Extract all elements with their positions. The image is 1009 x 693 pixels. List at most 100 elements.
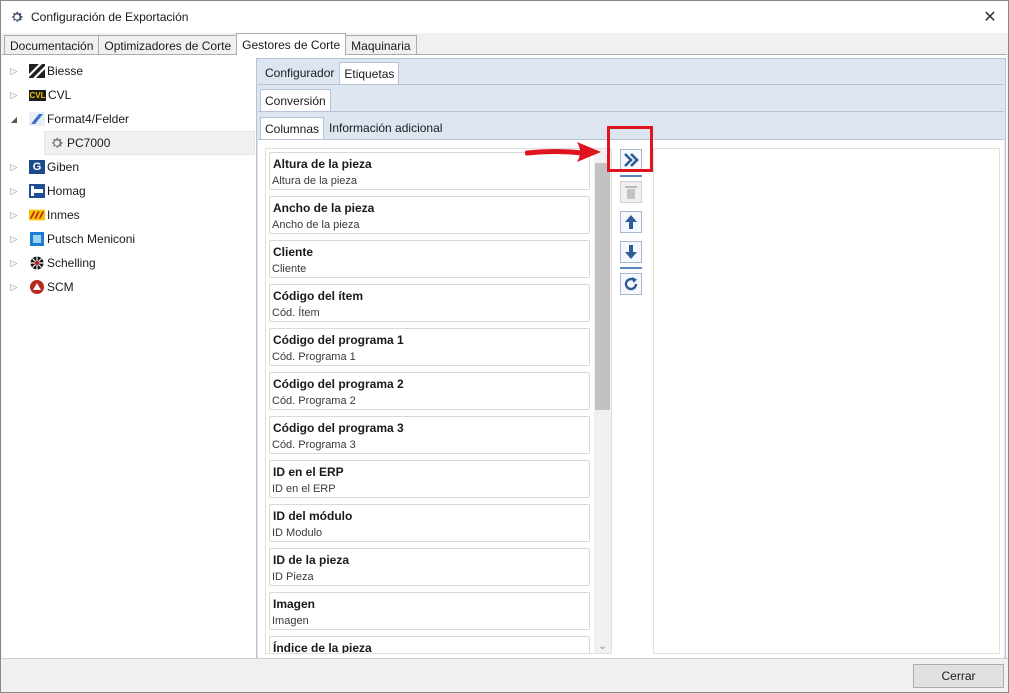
list-item[interactable]: Código del programa 1 Cód. Programa 1 — [269, 328, 590, 366]
list-item[interactable]: ID del módulo ID Modulo — [269, 504, 590, 542]
manager-tree: ▷ Biesse ▷ CVL CVL ◢ Format4/Felder PC70… — [2, 59, 255, 299]
tab-maquinaria[interactable]: Maquinaria — [345, 35, 417, 55]
item-title: Altura de la pieza — [273, 157, 372, 171]
item-subtitle: Cód. Ítem — [272, 307, 320, 319]
item-subtitle: Cliente — [272, 263, 307, 275]
tree-item-schelling[interactable]: ▷ Schelling — [2, 251, 255, 275]
list-item[interactable]: Código del programa 3 Cód. Programa 3 — [269, 416, 590, 454]
tab-configurador[interactable]: Configurador — [260, 62, 339, 84]
item-title: ID en el ERP — [273, 465, 344, 479]
format4-logo-icon — [29, 112, 45, 126]
tree-item-pc7000[interactable]: PC7000 — [44, 131, 255, 155]
vertical-scrollbar[interactable]: ⌄ — [594, 149, 611, 653]
list-item[interactable]: Imagen Imagen — [269, 592, 590, 630]
expand-icon[interactable]: ▷ — [9, 90, 19, 101]
item-subtitle: Imagen — [272, 615, 309, 627]
main-tab-strip: Documentación Optimizadores de Corte Ges… — [4, 33, 417, 55]
item-title: Código del programa 3 — [273, 421, 404, 435]
columns-pane: Altura de la pieza Altura de la pieza An… — [258, 139, 1004, 658]
tree-item-putsch[interactable]: ▷ Putsch Meniconi — [2, 227, 255, 251]
list-item[interactable]: Cliente Cliente — [269, 240, 590, 278]
gear-icon — [49, 136, 65, 150]
expand-icon[interactable]: ▷ — [9, 66, 19, 77]
export-config-window: Configuración de Exportación ✕ Documenta… — [0, 0, 1009, 693]
expand-icon[interactable]: ▷ — [9, 258, 19, 269]
tree-item-label: Format4/Felder — [47, 112, 130, 126]
move-down-button[interactable] — [620, 241, 642, 263]
annotation-highlight-box — [607, 126, 653, 172]
tree-item-label: SCM — [47, 280, 74, 294]
item-title: Código del programa 1 — [273, 333, 404, 347]
expand-icon[interactable]: ▷ — [9, 186, 19, 197]
tree-item-cvl[interactable]: ▷ CVL CVL — [2, 83, 255, 107]
item-subtitle: ID en el ERP — [272, 483, 336, 495]
chevron-down-icon[interactable]: ⌄ — [594, 639, 611, 653]
item-subtitle: Cód. Programa 1 — [272, 351, 356, 363]
item-title: Código del ítem — [273, 289, 363, 303]
title-bar: Configuración de Exportación ✕ — [1, 1, 1008, 33]
list-item[interactable]: Ancho de la pieza Ancho de la pieza — [269, 196, 590, 234]
tree-item-label: Inmes — [47, 208, 80, 222]
expand-icon[interactable]: ▷ — [9, 162, 19, 173]
dialog-footer: Cerrar — [1, 658, 1008, 692]
sub-tab-strip: Configurador Etiquetas — [260, 62, 400, 84]
gear-icon — [12, 11, 23, 22]
cvl-logo-icon: CVL — [29, 89, 46, 101]
tree-item-label: Putsch Meniconi — [47, 232, 136, 246]
tree-item-format4[interactable]: ◢ Format4/Felder — [2, 107, 255, 131]
delete-button[interactable] — [620, 181, 642, 203]
close-button[interactable]: Cerrar — [913, 664, 1004, 688]
item-title: Índice de la pieza — [273, 641, 372, 654]
item-title: Imagen — [273, 597, 316, 611]
item-subtitle: Cód. Programa 3 — [272, 439, 356, 451]
putsch-logo-icon — [29, 232, 45, 246]
tree-item-scm[interactable]: ▷ SCM — [2, 275, 255, 299]
close-icon[interactable]: ✕ — [980, 7, 1000, 27]
item-subtitle: ID Pieza — [272, 571, 314, 583]
divider — [620, 175, 642, 177]
window-title: Configuración de Exportación — [31, 10, 189, 24]
tree-item-giben[interactable]: ▷ G Giben — [2, 155, 255, 179]
item-title: Cliente — [273, 245, 314, 259]
tree-item-homag[interactable]: ▷ Homag — [2, 179, 255, 203]
arrow-down-icon — [625, 245, 637, 259]
expand-icon[interactable]: ▷ — [9, 210, 19, 221]
item-subtitle: Ancho de la pieza — [272, 219, 360, 231]
tree-item-label: Giben — [47, 160, 80, 174]
tab-etiquetas[interactable]: Etiquetas — [339, 62, 400, 84]
refresh-icon — [624, 277, 638, 291]
tab-content: ▷ Biesse ▷ CVL CVL ◢ Format4/Felder PC70… — [2, 54, 1007, 658]
tree-item-inmes[interactable]: ▷ Inmes — [2, 203, 255, 227]
item-subtitle: ID Modulo — [272, 527, 323, 539]
tab-optimizadores[interactable]: Optimizadores de Corte — [98, 35, 238, 55]
item-title: Ancho de la pieza — [273, 201, 375, 215]
list-item[interactable]: Código del ítem Cód. Ítem — [269, 284, 590, 322]
tab-columnas[interactable]: Columnas — [260, 117, 325, 139]
tab-documentacion[interactable]: Documentación — [4, 35, 100, 55]
reset-button[interactable] — [620, 273, 642, 295]
tab-gestores[interactable]: Gestores de Corte — [236, 33, 347, 55]
list-item[interactable]: Código del programa 2 Cód. Programa 2 — [269, 372, 590, 410]
expand-icon[interactable]: ▷ — [9, 282, 19, 293]
list-item[interactable]: ID en el ERP ID en el ERP — [269, 460, 590, 498]
divider — [620, 267, 642, 269]
tab-conversion[interactable]: Conversión — [260, 89, 331, 111]
conversion-pane: Columnas Información adicional Altura de… — [258, 111, 1004, 658]
expand-icon[interactable]: ▷ — [9, 234, 19, 245]
item-subtitle: Altura de la pieza — [272, 175, 357, 187]
list-item[interactable]: Índice de la pieza — [269, 636, 590, 654]
move-up-button[interactable] — [620, 211, 642, 233]
available-columns-list[interactable]: Altura de la pieza Altura de la pieza An… — [265, 148, 612, 654]
list-item[interactable]: ID de la pieza ID Pieza — [269, 548, 590, 586]
tree-item-label: Biesse — [47, 64, 84, 78]
selected-columns-list[interactable] — [653, 148, 1000, 654]
inmes-logo-icon — [29, 208, 45, 222]
tree-item-biesse[interactable]: ▷ Biesse — [2, 59, 255, 83]
tab-informacion-adicional[interactable]: Información adicional — [324, 117, 447, 139]
arrow-up-icon — [625, 215, 637, 229]
tree-item-label: Schelling — [47, 256, 96, 270]
scroll-thumb[interactable] — [595, 163, 610, 410]
item-title: ID de la pieza — [273, 553, 350, 567]
collapse-icon[interactable]: ◢ — [9, 115, 19, 124]
giben-logo-icon: G — [29, 160, 45, 174]
